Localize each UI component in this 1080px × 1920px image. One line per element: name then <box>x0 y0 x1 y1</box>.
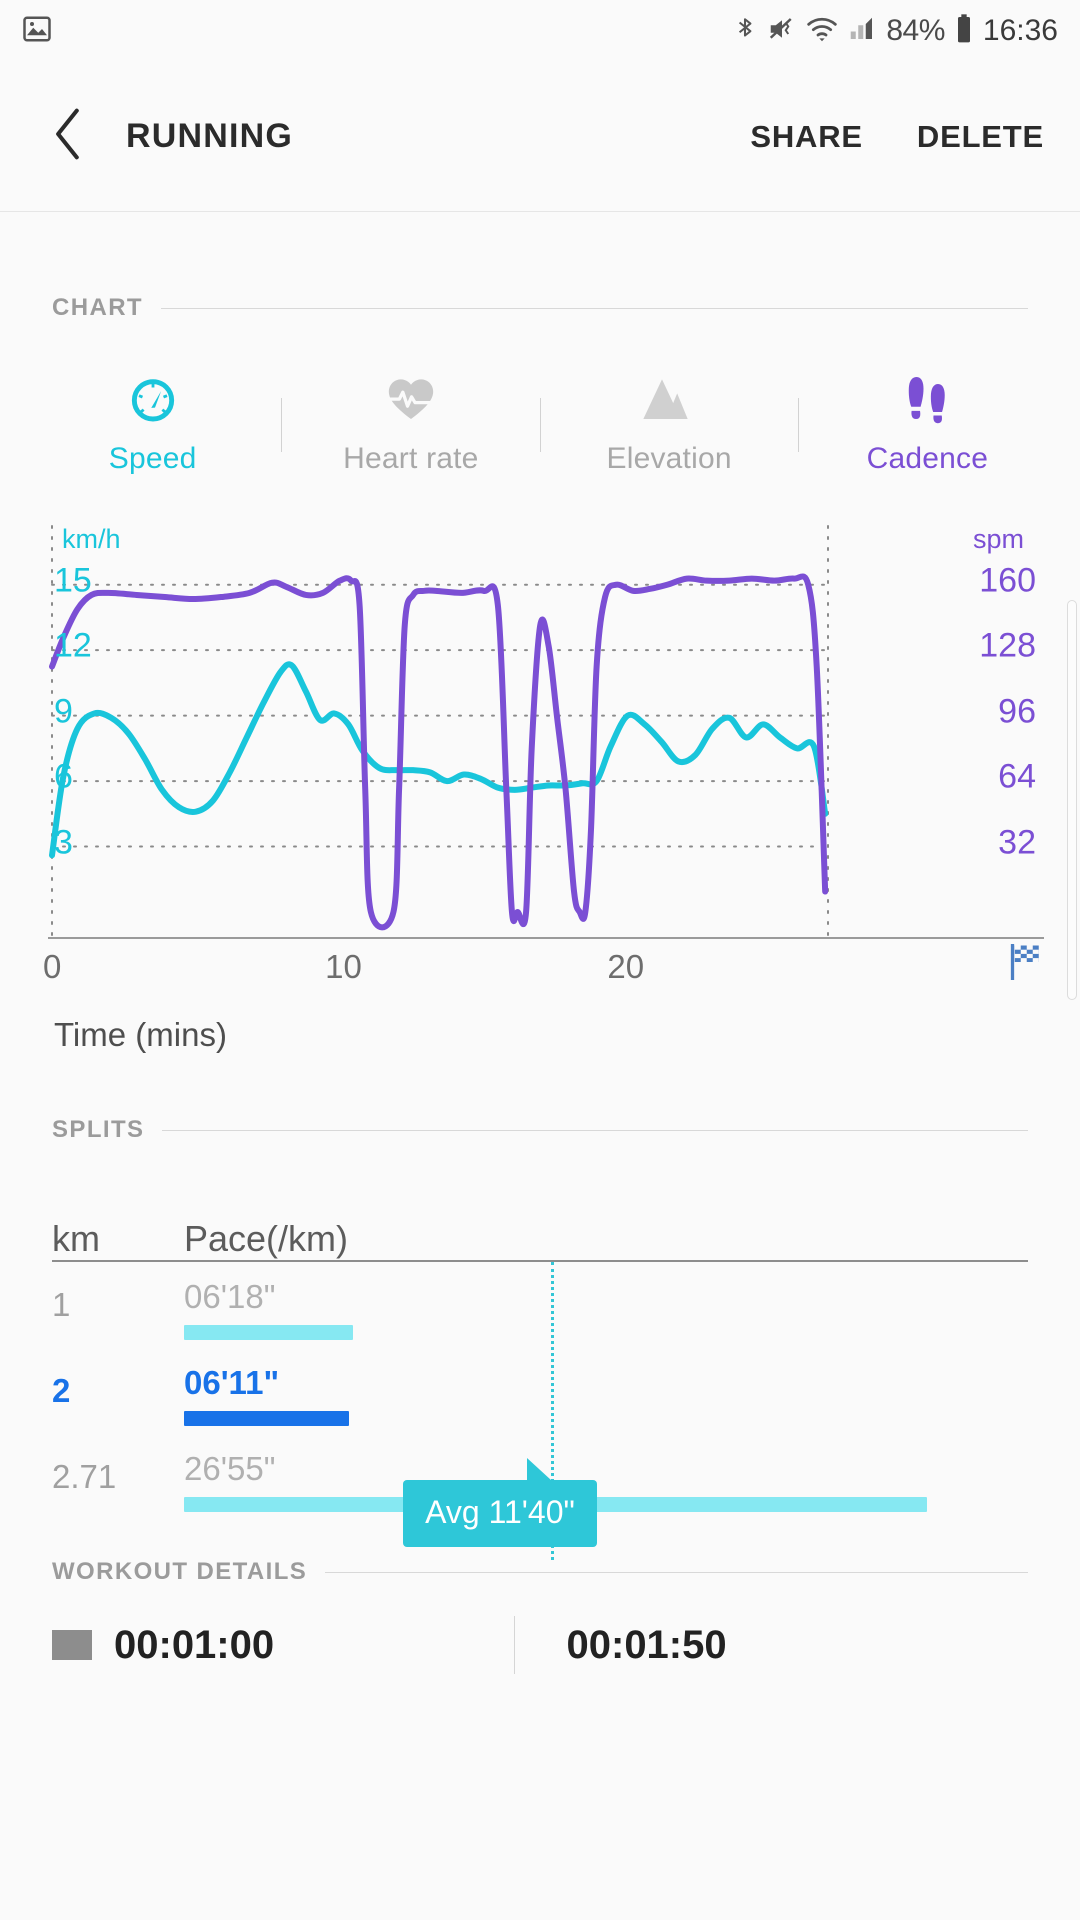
status-bar-left <box>22 14 52 49</box>
table-row[interactable]: 2 06'11" <box>52 1348 1028 1434</box>
workout-details-row: 00:01:00 00:01:50 <box>0 1616 1080 1674</box>
split-km-value: 2 <box>52 1366 184 1410</box>
workout-detail-cell: 00:01:50 <box>515 1623 1029 1668</box>
chart-section-header: CHART <box>0 294 1080 322</box>
split-bar-area: 26'55" <box>184 1452 1028 1512</box>
average-pace-badge: Avg 11'40" <box>403 1480 597 1547</box>
tab-cadence-label: Cadence <box>867 442 989 476</box>
chart-x-tick-2: 20 <box>607 948 644 986</box>
tab-elevation[interactable]: Elevation <box>541 370 798 476</box>
average-pace-bubble-tail <box>527 1458 551 1480</box>
chart-left-tick-0: 15 <box>54 561 92 600</box>
chart-right-tick-2: 96 <box>998 692 1036 731</box>
tab-speed[interactable]: Speed <box>24 370 281 476</box>
metric-icon <box>52 1630 92 1660</box>
chart-left-tick-3: 6 <box>54 758 73 797</box>
share-button[interactable]: SHARE <box>750 119 863 155</box>
footsteps-icon <box>901 370 953 426</box>
status-bar: 84% 16:36 <box>0 0 1080 62</box>
mountain-icon <box>638 370 700 426</box>
image-icon <box>22 14 52 49</box>
workout-details-section: WORKOUT DETAILS 00:01:00 00:01:50 <box>0 1558 1080 1674</box>
bluetooth-icon <box>732 13 758 50</box>
workout-detail-value: 00:01:50 <box>567 1623 727 1668</box>
split-pace-value: 06'11" <box>184 1366 1028 1399</box>
heart-pulse-icon <box>382 370 440 426</box>
tab-heart-rate-label: Heart rate <box>343 442 478 476</box>
splits-section-header: SPLITS <box>0 1116 1080 1144</box>
status-bar-right: 84% 16:36 <box>732 13 1058 50</box>
back-button[interactable] <box>40 108 98 166</box>
chart-canvas <box>0 522 1080 942</box>
chart-tab-bar: Speed Heart rate Elevation <box>0 370 1080 476</box>
tab-heart-rate[interactable]: Heart rate <box>282 370 539 476</box>
finish-flag-icon <box>1008 942 1044 990</box>
tab-elevation-label: Elevation <box>607 442 732 476</box>
chart-x-tick-0: 0 <box>43 948 61 986</box>
speedometer-icon <box>125 370 181 426</box>
battery-icon <box>954 13 974 50</box>
chart-right-tick-3: 64 <box>998 758 1036 797</box>
splits-section-label: SPLITS <box>52 1116 144 1144</box>
chart-left-tick-4: 3 <box>54 823 73 862</box>
chart-left-tick-2: 9 <box>54 692 73 731</box>
table-row[interactable]: 1 06'18" <box>52 1262 1028 1348</box>
workout-detail-cell: 00:01:00 <box>52 1623 514 1668</box>
chart-x-axis: 0 10 20 <box>0 942 1080 998</box>
split-km-value: 1 <box>52 1280 184 1324</box>
page-title: RUNNING <box>126 117 293 156</box>
mute-vibrate-icon <box>767 13 797 50</box>
chart-left-tick-1: 12 <box>54 627 92 666</box>
workout-details-rule <box>325 1572 1028 1573</box>
chart-right-tick-0: 160 <box>979 561 1036 600</box>
splits-table-header: km Pace(/km) <box>52 1188 1028 1262</box>
chart-section-rule <box>161 308 1028 309</box>
splits-table: km Pace(/km) 1 06'18" 2 06'11" 2.71 26'5… <box>0 1188 1080 1520</box>
tab-cadence[interactable]: Cadence <box>799 370 1056 476</box>
app-bar: RUNNING SHARE DELETE <box>0 62 1080 212</box>
chevron-left-icon <box>49 106 89 167</box>
app-bar-actions: SHARE DELETE <box>750 119 1044 155</box>
chart-right-axis-unit: spm <box>973 524 1024 555</box>
splits-section-rule <box>162 1130 1028 1131</box>
chart-right-tick-1: 128 <box>979 627 1036 666</box>
split-progress-bar <box>184 1325 353 1340</box>
split-pace-value: 26'55" <box>184 1452 1028 1485</box>
wifi-icon <box>806 13 838 50</box>
workout-details-label: WORKOUT DETAILS <box>52 1558 307 1586</box>
split-km-value: 2.71 <box>52 1452 184 1496</box>
clock-label: 16:36 <box>983 14 1058 48</box>
chart-x-axis-title: Time (mins) <box>0 1016 1080 1054</box>
chart-section-label: CHART <box>52 294 143 322</box>
scrollbar[interactable] <box>1067 600 1077 1000</box>
battery-percent-label: 84% <box>886 14 945 48</box>
tab-speed-label: Speed <box>109 442 197 476</box>
splits-col-pace-header: Pace(/km) <box>184 1218 348 1260</box>
delete-button[interactable]: DELETE <box>917 119 1044 155</box>
chart-x-tick-1: 10 <box>325 948 362 986</box>
activity-chart: km/h spm 15 12 9 6 3 160 128 96 64 32 <box>0 522 1080 942</box>
split-pace-value: 06'18" <box>184 1280 1028 1313</box>
chart-right-tick-4: 32 <box>998 823 1036 862</box>
chart-left-axis-unit: km/h <box>62 524 121 555</box>
workout-details-header: WORKOUT DETAILS <box>0 1558 1080 1586</box>
signal-icon <box>847 13 877 50</box>
split-bar-area: 06'11" <box>184 1366 1028 1426</box>
workout-detail-value: 00:01:00 <box>114 1623 274 1668</box>
splits-col-km-header: km <box>52 1218 184 1260</box>
split-progress-bar <box>184 1411 349 1426</box>
split-bar-area: 06'18" <box>184 1280 1028 1340</box>
